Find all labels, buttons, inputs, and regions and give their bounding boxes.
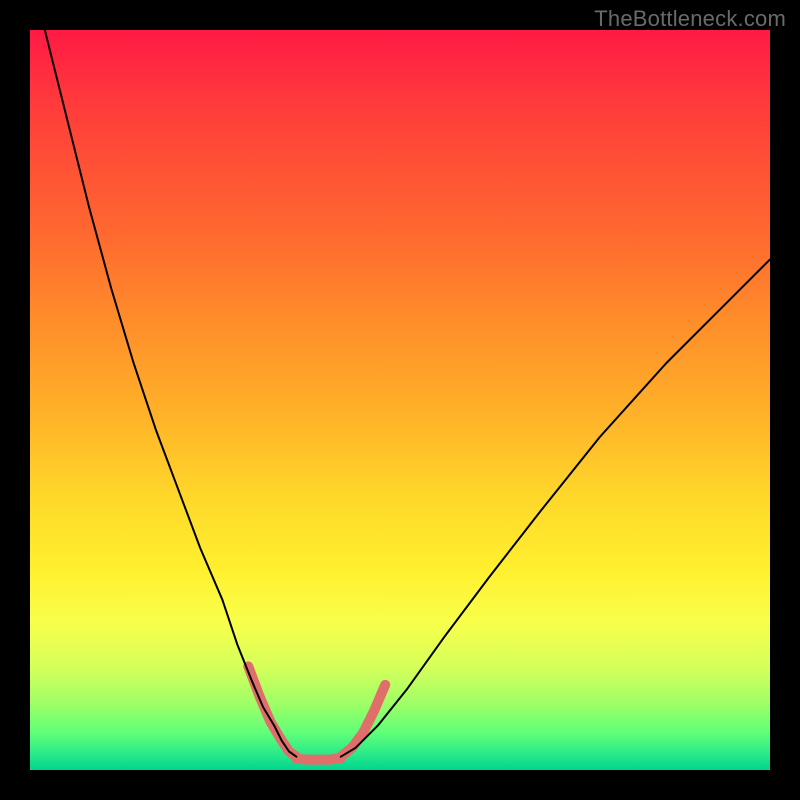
- black-curve-right: [341, 259, 770, 756]
- pink-floor: [296, 758, 340, 759]
- pink-curve-right: [341, 685, 385, 757]
- pink-curve-left: [248, 666, 296, 756]
- watermark-text: TheBottleneck.com: [594, 6, 786, 32]
- curve-layer: [30, 30, 770, 770]
- black-curve-left: [45, 30, 297, 757]
- plot-area: [30, 30, 770, 770]
- chart-stage: TheBottleneck.com: [0, 0, 800, 800]
